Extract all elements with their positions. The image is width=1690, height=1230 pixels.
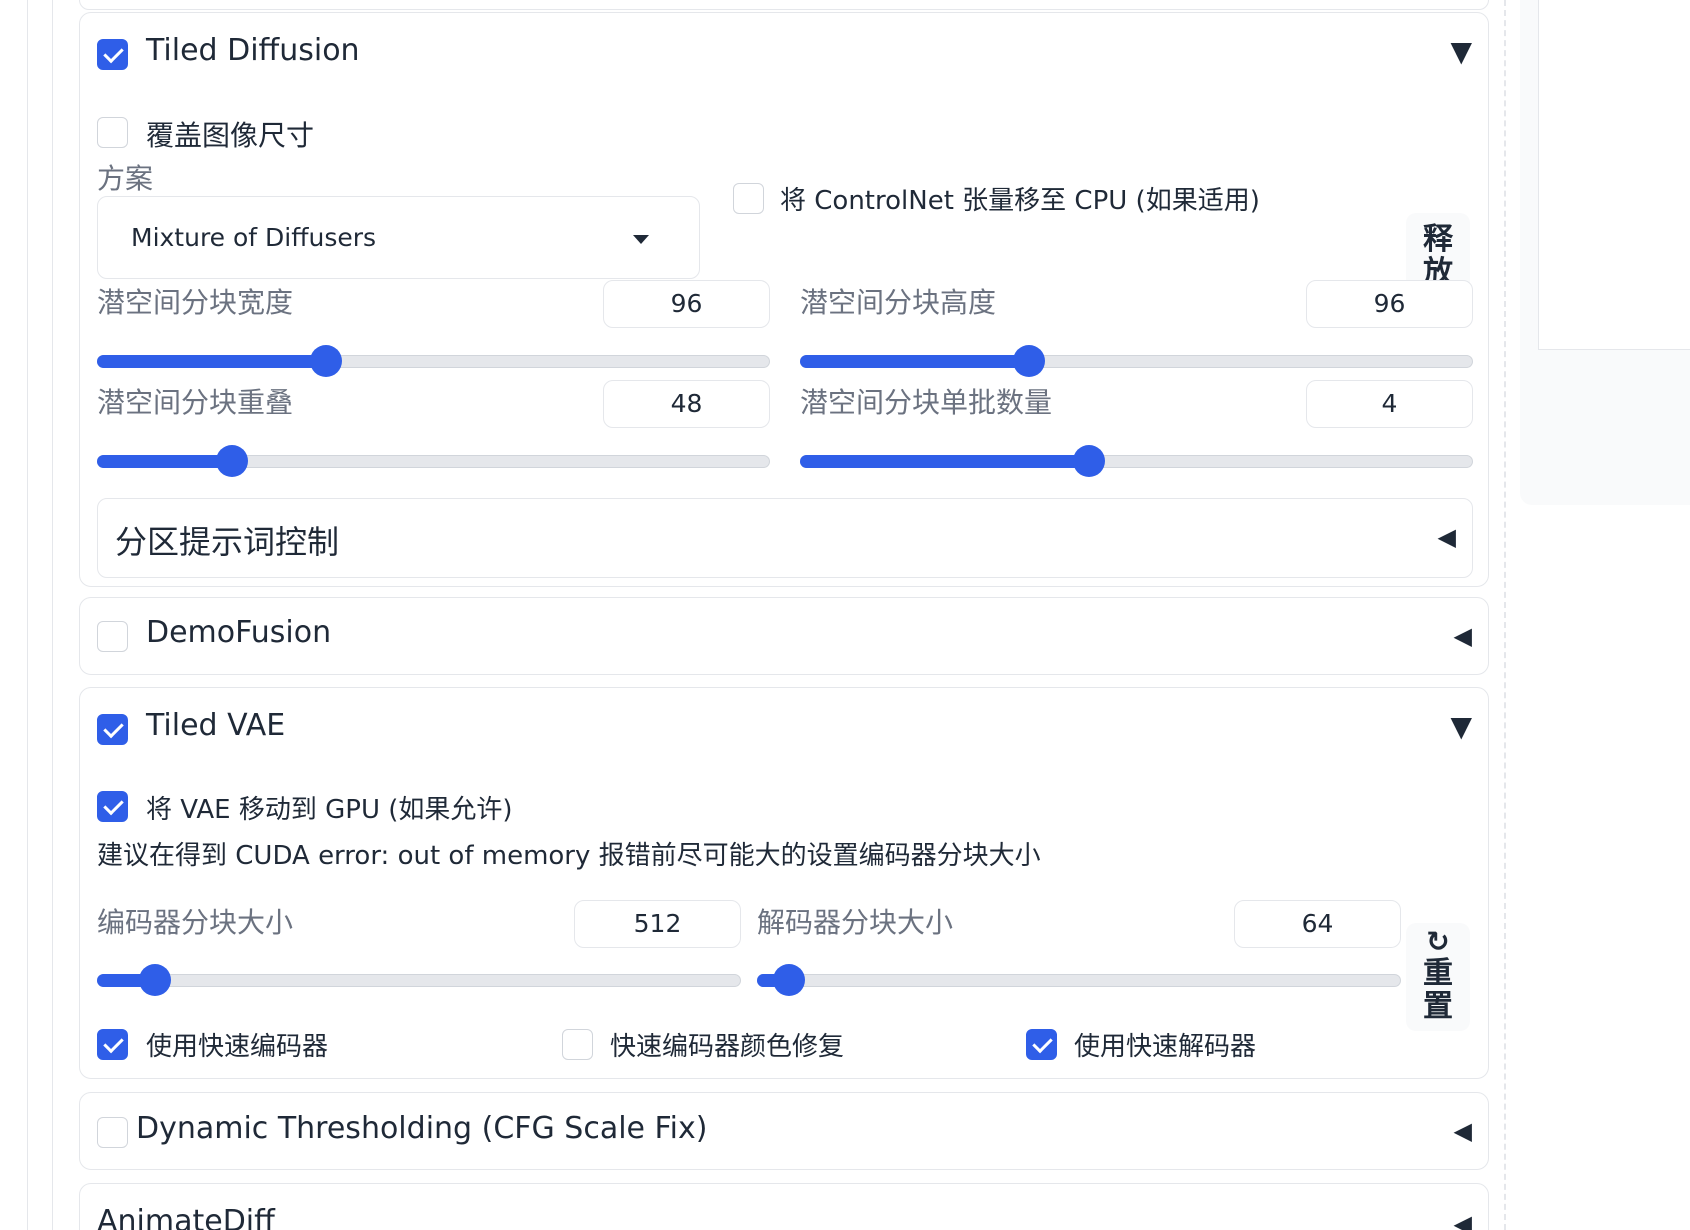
fast-encoder-color-fix-label: 快速编码器颜色修复: [610, 1032, 845, 1062]
overwrite-size-label: 覆盖图像尺寸: [146, 119, 315, 152]
tile-height-label: 潜空间分块高度: [800, 286, 997, 319]
slider-thumb[interactable]: [773, 964, 806, 996]
tile-width-slider[interactable]: [97, 345, 770, 377]
slider-thumb[interactable]: [215, 445, 248, 477]
decoder-tile-slider[interactable]: [757, 964, 1401, 996]
slider-thumb[interactable]: [138, 964, 171, 996]
tile-batch-slider[interactable]: [800, 445, 1473, 477]
tiled-vae-hint: 建议在得到 CUDA error: out of memory 报错前尽可能大的…: [97, 841, 1041, 871]
fast-encoder-color-fix-checkbox[interactable]: [562, 1029, 593, 1060]
demofusion-enable-checkbox[interactable]: [97, 621, 128, 652]
tiled-vae-title[interactable]: Tiled VAE: [146, 708, 285, 743]
method-label: 方案: [97, 162, 154, 195]
collapse-arrow-icon[interactable]: ▼: [1450, 710, 1472, 743]
dynamic-thresholding-accordion[interactable]: Dynamic Thresholding (CFG Scale Fix) ◀: [79, 1092, 1489, 1170]
expand-arrow-icon[interactable]: ◀: [1454, 1117, 1472, 1145]
animatediff-title[interactable]: AnimateDiff: [97, 1204, 275, 1230]
reset-icon: ↻: [1426, 925, 1450, 958]
tile-overlap-slider[interactable]: [97, 445, 770, 477]
encoder-tile-slider[interactable]: [97, 964, 741, 996]
tiled-vae-enable-checkbox[interactable]: [97, 714, 128, 745]
region-prompt-accordion[interactable]: 分区提示词控制 ◀: [97, 498, 1473, 578]
slider-fill: [97, 355, 326, 368]
decoder-tile-input[interactable]: 64: [1234, 900, 1401, 948]
tiled-diffusion-enable-checkbox[interactable]: [97, 39, 128, 70]
overwrite-size-checkbox[interactable]: [97, 117, 128, 148]
tiled-diffusion-accordion: Tiled Diffusion ▼ 覆盖图像尺寸 方案 Mixture of D…: [79, 12, 1489, 587]
expand-arrow-icon: ◀: [1437, 523, 1456, 551]
expand-arrow-icon[interactable]: ◀: [1454, 1210, 1472, 1230]
encoder-tile-label: 编码器分块大小: [97, 906, 294, 939]
frame-border: [27, 0, 28, 1230]
decoder-tile-label: 解码器分块大小: [757, 906, 954, 939]
frame-divider: [1504, 0, 1506, 1230]
move-vae-gpu-label: 将 VAE 移动到 GPU (如果允许): [146, 795, 513, 825]
tile-batch-label: 潜空间分块单批数量: [800, 386, 1053, 419]
slider-fill: [97, 455, 232, 468]
tile-width-input[interactable]: 96: [603, 280, 770, 328]
slider-fill: [800, 355, 1029, 368]
fast-encoder-label: 使用快速编码器: [146, 1032, 329, 1062]
tile-width-label: 潜空间分块宽度: [97, 286, 294, 319]
slider-thumb[interactable]: [309, 345, 342, 377]
dynamic-thresholding-enable-checkbox[interactable]: [97, 1117, 128, 1148]
tiled-diffusion-title[interactable]: Tiled Diffusion: [146, 33, 360, 68]
expand-arrow-icon[interactable]: ◀: [1454, 622, 1472, 650]
region-prompt-title: 分区提示词控制: [115, 523, 340, 561]
reset-button-label: 重置: [1423, 956, 1453, 1024]
slider-fill: [800, 455, 1090, 468]
chevron-down-icon: [633, 235, 649, 244]
reset-button[interactable]: ↻ 重置: [1406, 923, 1470, 1031]
method-value: Mixture of Diffusers: [131, 223, 377, 252]
tile-overlap-input[interactable]: 48: [603, 380, 770, 428]
method-dropdown[interactable]: Mixture of Diffusers: [97, 196, 700, 279]
controlnet-cpu-checkbox[interactable]: [733, 183, 764, 214]
tile-overlap-label: 潜空间分块重叠: [97, 386, 294, 419]
previous-accordion: [79, 0, 1489, 10]
slider-track: [757, 974, 1401, 987]
dynamic-thresholding-title[interactable]: Dynamic Thresholding (CFG Scale Fix): [136, 1111, 707, 1146]
demofusion-title[interactable]: DemoFusion: [146, 615, 331, 650]
fast-decoder-label: 使用快速解码器: [1074, 1032, 1257, 1062]
fast-encoder-checkbox[interactable]: [97, 1029, 128, 1060]
fast-decoder-checkbox[interactable]: [1026, 1029, 1057, 1060]
slider-track: [97, 974, 741, 987]
demofusion-accordion[interactable]: DemoFusion ◀: [79, 597, 1489, 675]
move-vae-gpu-checkbox[interactable]: [97, 791, 128, 822]
tile-height-slider[interactable]: [800, 345, 1473, 377]
tiled-vae-accordion: Tiled VAE ▼ 将 VAE 移动到 GPU (如果允许) 建议在得到 C…: [79, 687, 1489, 1079]
controlnet-cpu-label: 将 ControlNet 张量移至 CPU (如果适用): [780, 186, 1260, 216]
side-panel-card: [1538, 0, 1690, 350]
tile-height-input[interactable]: 96: [1306, 280, 1473, 328]
frame-border: [52, 0, 53, 1230]
page: Tiled Diffusion ▼ 覆盖图像尺寸 方案 Mixture of D…: [0, 0, 1690, 1230]
slider-thumb[interactable]: [1012, 345, 1045, 377]
animatediff-accordion[interactable]: AnimateDiff ◀: [79, 1183, 1489, 1230]
collapse-arrow-icon[interactable]: ▼: [1450, 35, 1472, 68]
encoder-tile-input[interactable]: 512: [574, 900, 741, 948]
slider-thumb[interactable]: [1073, 445, 1106, 477]
tile-batch-input[interactable]: 4: [1306, 380, 1473, 428]
